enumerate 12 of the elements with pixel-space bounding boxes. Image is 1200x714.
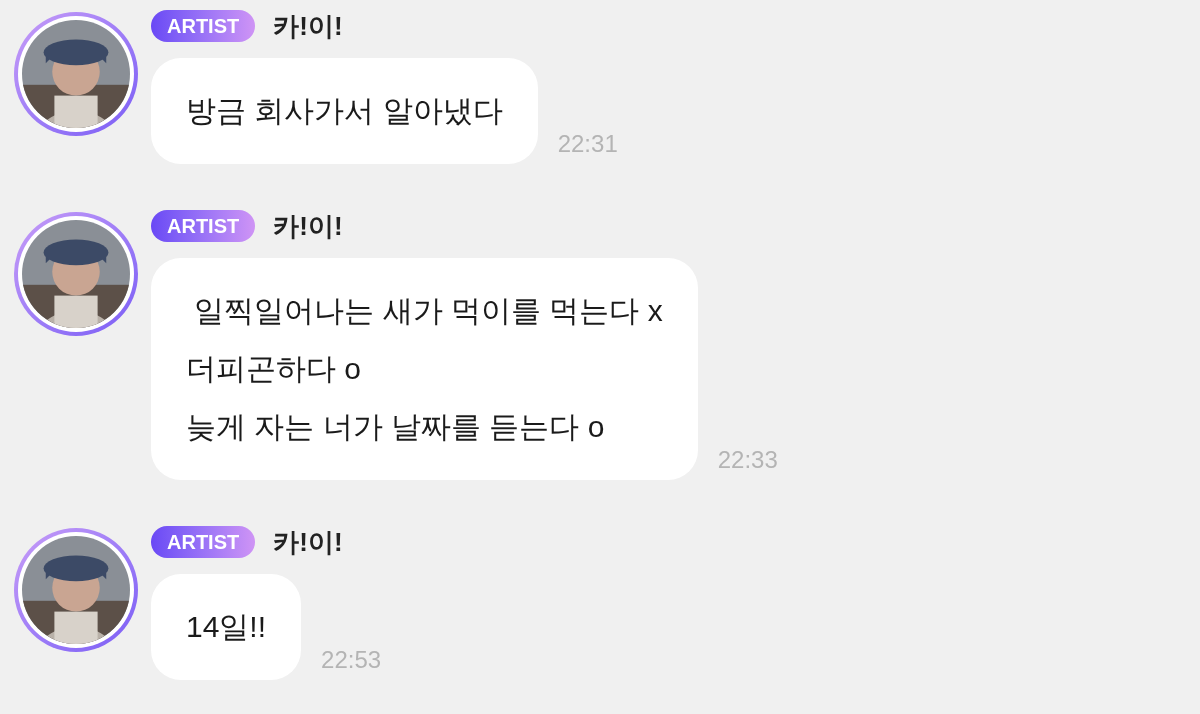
message-bubble: 14일!! (151, 574, 302, 680)
sender-name: 카!이! (273, 525, 343, 559)
sender-name: 카!이! (273, 9, 343, 43)
message-bubble: 방금 회사가서 알아냈다 (151, 58, 538, 164)
timestamp: 22:31 (557, 129, 618, 159)
role-badge: ARTIST (151, 10, 256, 42)
role-badge: ARTIST (151, 526, 256, 558)
role-badge: ARTIST (151, 210, 256, 242)
message-bubble: 일찍일어나는 새가 먹이를 먹는다 x 더피곤하다 o 늦게 자는 너가 날짜를 듣는다 o (151, 258, 698, 480)
timestamp: 22:53 (321, 645, 382, 675)
sender-name: 카!이! (273, 209, 343, 243)
timestamp: 22:33 (717, 445, 778, 475)
